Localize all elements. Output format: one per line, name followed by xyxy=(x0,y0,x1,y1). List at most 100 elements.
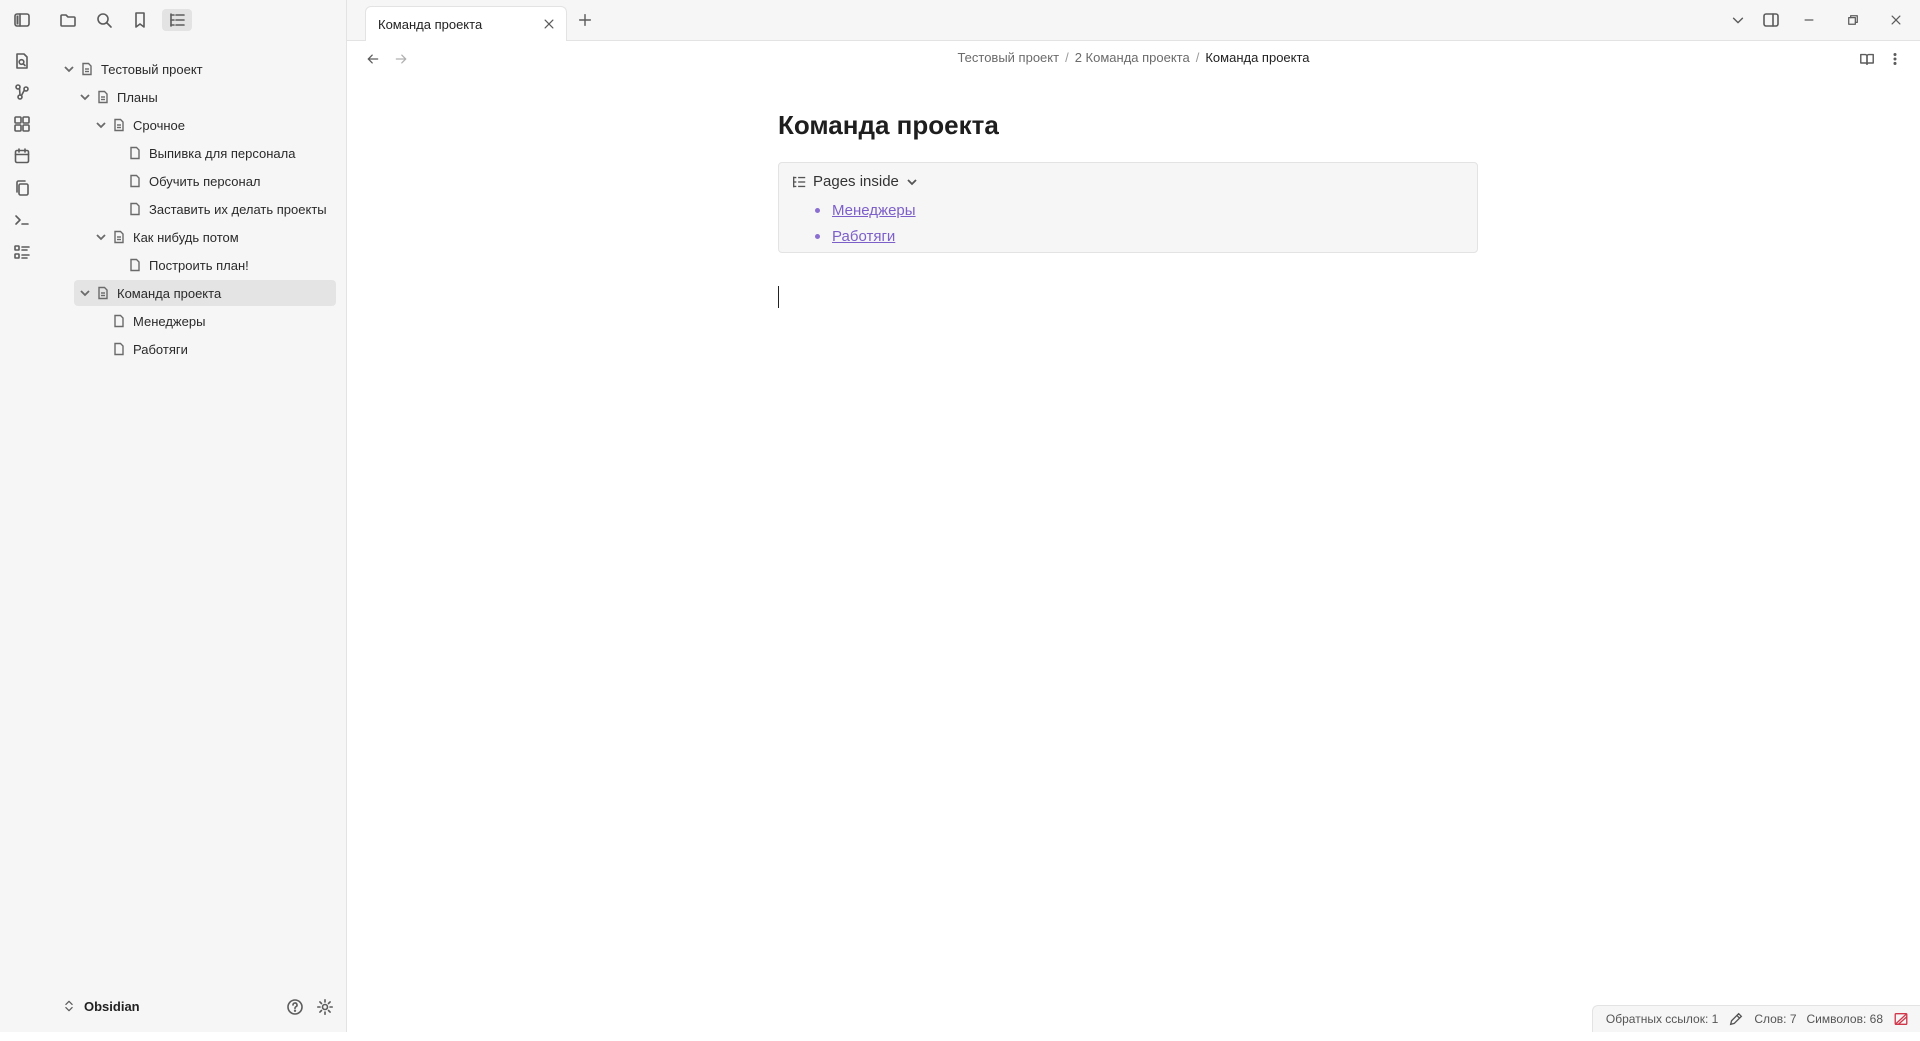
reading-view-button[interactable] xyxy=(1856,49,1878,69)
tree-item-label: Обучить персонал xyxy=(149,173,261,189)
link-managers[interactable]: Менеджеры xyxy=(832,202,916,219)
help-circle-icon xyxy=(286,998,304,1016)
bookmarks-tab-button[interactable] xyxy=(125,9,155,31)
close-tab-button[interactable] xyxy=(540,15,558,33)
breadcrumb-item[interactable]: 2 Команда проекта xyxy=(1075,50,1190,65)
restore-button[interactable] xyxy=(1841,9,1865,31)
note-title[interactable]: Команда проекта xyxy=(778,110,999,141)
tree-item-project-team[interactable]: Команда проекта xyxy=(74,280,336,306)
tree-item-managers[interactable]: Менеджеры xyxy=(112,308,322,334)
file-icon xyxy=(128,146,142,160)
command-palette-button[interactable] xyxy=(11,209,33,231)
tree-item-train-staff[interactable]: Обучить персонал xyxy=(128,168,322,194)
tree-item-label: Заставить их делать проекты xyxy=(149,201,327,217)
quick-switcher-button[interactable] xyxy=(11,50,33,72)
file-icon xyxy=(112,342,126,356)
gear-icon xyxy=(316,998,334,1016)
pages-inside-header[interactable]: Pages inside xyxy=(791,173,919,190)
tree-item-label: Срочное xyxy=(133,117,185,133)
tree-item-urgent[interactable]: Срочное xyxy=(94,112,322,138)
tree-item-label: Работяги xyxy=(133,341,188,357)
graph-view-button[interactable] xyxy=(11,81,33,103)
tree-item-plans[interactable]: Планы xyxy=(78,84,322,110)
graph-icon xyxy=(13,83,31,101)
breadcrumb-separator: / xyxy=(1195,50,1200,65)
settings-button[interactable] xyxy=(314,996,336,1018)
chevrons-up-down-icon xyxy=(62,999,76,1013)
tree-item-label: Выпивка для персонала xyxy=(149,145,296,161)
bookmark-icon xyxy=(131,11,149,29)
close-icon xyxy=(542,17,556,31)
bullet xyxy=(815,233,820,239)
folder-icon xyxy=(59,11,77,29)
close-icon xyxy=(1889,13,1903,27)
tree-item-test-project[interactable]: Тестовый проект xyxy=(62,56,322,82)
chevron-down-icon[interactable] xyxy=(78,286,92,300)
breadcrumb-current[interactable]: Команда проекта xyxy=(1205,50,1309,65)
sidebar-toolbar xyxy=(44,0,346,40)
tree-item-label: Тестовый проект xyxy=(101,61,203,77)
search-file-icon xyxy=(13,52,31,70)
toggle-sidebar-button[interactable] xyxy=(0,0,44,40)
more-vertical-icon xyxy=(1887,51,1903,67)
chevron-down-icon[interactable] xyxy=(899,175,919,189)
vault-switcher[interactable]: Obsidian xyxy=(44,982,346,1032)
minimize-button[interactable] xyxy=(1797,9,1821,31)
canvas-icon xyxy=(13,115,31,133)
tab-project-team[interactable]: Команда проекта xyxy=(365,6,567,41)
word-count: Слов: 7 xyxy=(1754,1012,1797,1026)
new-tab-button[interactable] xyxy=(573,9,597,31)
file-explorer-sidebar: Тестовый проект Планы Срочное Выпивка дл… xyxy=(44,0,347,1032)
tree-item-make-them-do-projects[interactable]: Заставить их делать проекты xyxy=(128,196,327,222)
copy-icon xyxy=(13,179,31,197)
file-icon xyxy=(128,174,142,188)
file-icon xyxy=(128,258,142,272)
files-tab-button[interactable] xyxy=(53,9,83,31)
chevron-down-icon[interactable] xyxy=(94,230,108,244)
tree-item-label: Команда проекта xyxy=(117,285,222,301)
toggle-right-sidebar-button[interactable] xyxy=(1759,9,1783,31)
minimize-icon xyxy=(1802,13,1816,27)
chevron-down-icon[interactable] xyxy=(78,90,92,104)
text-cursor xyxy=(778,286,779,308)
tab-title: Команда проекта xyxy=(378,17,483,32)
tree-item-workers[interactable]: Работяги xyxy=(112,336,322,362)
sync-off-icon xyxy=(1893,1011,1909,1027)
tree-item-drinks-for-staff[interactable]: Выпивка для персонала xyxy=(128,140,322,166)
edit-mode-button[interactable] xyxy=(1728,997,1744,1041)
list-item: Работяги xyxy=(815,223,916,249)
tree-tab-button[interactable] xyxy=(162,9,192,31)
vault-name[interactable]: Obsidian xyxy=(84,999,140,1014)
breadcrumb-item[interactable]: Тестовый проект xyxy=(957,50,1059,65)
outline-list-icon xyxy=(13,243,31,261)
chevron-down-icon[interactable] xyxy=(62,62,76,76)
pages-inside-label: Pages inside xyxy=(813,173,899,190)
list-tree-icon xyxy=(168,11,186,29)
list-item: Менеджеры xyxy=(815,197,916,223)
chevron-down-icon[interactable] xyxy=(94,118,108,132)
link-workers[interactable]: Работяги xyxy=(832,228,895,245)
breadcrumb-separator: / xyxy=(1065,50,1069,65)
tree-item-label: Менеджеры xyxy=(133,313,206,329)
backlinks-count[interactable]: Обратных ссылок: 1 xyxy=(1606,1012,1718,1026)
search-tab-button[interactable] xyxy=(89,9,119,31)
file-text-icon xyxy=(80,62,94,76)
pages-inside-block: Pages inside Менеджеры Работяги xyxy=(778,162,1478,253)
file-text-icon xyxy=(96,90,110,104)
templates-button[interactable] xyxy=(11,177,33,199)
sync-status-button[interactable] xyxy=(1893,997,1909,1041)
close-window-button[interactable] xyxy=(1884,9,1908,31)
list-tree-icon xyxy=(791,174,807,190)
tree-item-build-plan[interactable]: Построить план! xyxy=(128,252,322,278)
tree-item-someday-later[interactable]: Как нибудь потом xyxy=(94,224,322,250)
tree-item-label: Планы xyxy=(117,89,158,105)
help-button[interactable] xyxy=(284,996,306,1018)
more-options-button[interactable] xyxy=(1884,49,1906,69)
canvas-button[interactable] xyxy=(11,113,33,135)
daily-note-button[interactable] xyxy=(11,145,33,167)
search-icon xyxy=(95,11,113,29)
tree-item-label: Как нибудь потом xyxy=(133,229,239,245)
outline-button[interactable] xyxy=(11,241,33,263)
sidebar-right-icon xyxy=(1762,11,1780,29)
tab-list-button[interactable] xyxy=(1726,9,1750,31)
